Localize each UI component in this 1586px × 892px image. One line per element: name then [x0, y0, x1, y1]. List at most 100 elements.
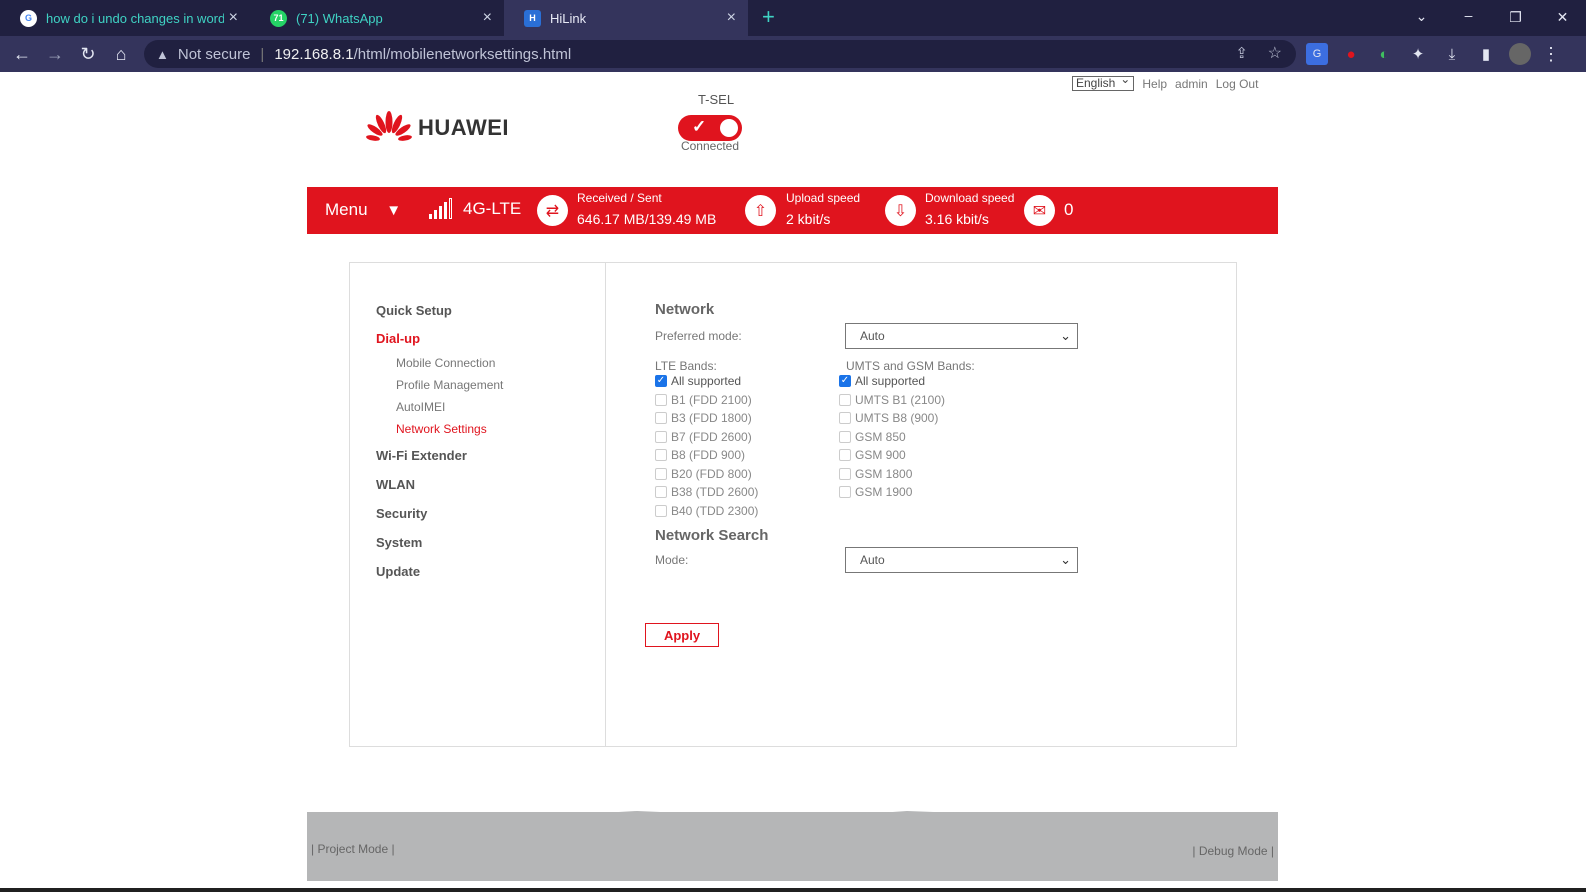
- debug-mode-link[interactable]: | Debug Mode |: [1192, 844, 1274, 858]
- umts-gsm-band-label: GSM 850: [855, 429, 906, 444]
- umts-gsm-band-label: All supported: [855, 374, 926, 388]
- help-link[interactable]: Help: [1142, 77, 1167, 91]
- forward-icon[interactable]: →: [39, 36, 71, 72]
- language-select[interactable]: English: [1072, 73, 1135, 91]
- preferred-mode-select[interactable]: Auto ⌄: [845, 323, 1078, 349]
- menu-button[interactable]: Menu ▼: [325, 200, 401, 220]
- checkbox[interactable]: [655, 412, 667, 424]
- hilink-icon: H: [524, 9, 541, 27]
- transfer-icon: ⇄: [537, 195, 568, 226]
- received-sent-value: 646.17 MB/139.49 MB: [577, 211, 717, 227]
- warning-icon: ▲: [156, 46, 169, 62]
- sidebar-item-quick-setup[interactable]: Quick Setup: [376, 303, 452, 318]
- security-label: Not secure: [177, 45, 251, 63]
- sidebar-subitem-autoimei[interactable]: AutoIMEI: [396, 400, 445, 414]
- lte-band-checkbox-row[interactable]: B1 (FDD 2100): [655, 393, 752, 407]
- checkbox[interactable]: [655, 486, 667, 498]
- umts-gsm-band-checkbox-row[interactable]: GSM 850: [839, 430, 906, 444]
- lte-band-checkbox-row[interactable]: B20 (FDD 800): [655, 467, 752, 481]
- search-mode-select[interactable]: Auto ⌄: [845, 547, 1078, 573]
- upload-speed-value: 2 kbit/s: [786, 211, 831, 227]
- received-sent-label: Received / Sent: [577, 191, 662, 205]
- tab-strip: G how do i undo changes in word a × 71 (…: [0, 0, 1586, 36]
- new-tab-button[interactable]: +: [762, 4, 775, 30]
- checkbox[interactable]: [839, 467, 851, 480]
- checkbox[interactable]: [839, 412, 851, 424]
- close-tab-icon[interactable]: ×: [727, 9, 736, 27]
- tab-whatsapp[interactable]: 71 (71) WhatsApp ×: [250, 0, 504, 36]
- apply-button[interactable]: Apply: [645, 623, 719, 647]
- checkbox[interactable]: [655, 504, 667, 517]
- download-icon[interactable]: ⤓: [1441, 43, 1463, 65]
- message-icon[interactable]: ✉: [1024, 195, 1055, 226]
- sidebar-item-wifi-extender[interactable]: Wi-Fi Extender: [376, 448, 467, 463]
- restore-icon[interactable]: ❐: [1492, 0, 1539, 36]
- reload-icon[interactable]: ↻: [72, 36, 104, 72]
- lte-band-checkbox-row[interactable]: ✓ All supported: [655, 374, 741, 388]
- network-type: 4G-LTE: [463, 199, 522, 218]
- brand-name: HUAWEI: [418, 115, 509, 140]
- checkbox[interactable]: [655, 393, 667, 406]
- extension-green-icon[interactable]: ◐: [1373, 43, 1395, 65]
- umts-gsm-band-checkbox-row[interactable]: UMTS B8 (900): [839, 411, 938, 425]
- whatsapp-icon: 71: [270, 9, 287, 27]
- profile-avatar-icon[interactable]: [1509, 43, 1531, 65]
- share-icon[interactable]: ⇪: [1235, 44, 1248, 62]
- sidebar-item-update[interactable]: Update: [376, 564, 420, 579]
- sidebar-subitem-mobile-connection[interactable]: Mobile Connection: [396, 356, 495, 370]
- checkbox[interactable]: [839, 393, 851, 406]
- connection-toggle[interactable]: ✓: [678, 115, 742, 141]
- tab-hilink[interactable]: H HiLink ×: [504, 0, 748, 36]
- umts-gsm-band-checkbox-row[interactable]: UMTS B1 (2100): [839, 393, 945, 407]
- logout-link[interactable]: Log Out: [1216, 77, 1259, 91]
- checkbox[interactable]: ✓: [839, 375, 851, 387]
- sidebar-subitem-network-settings[interactable]: Network Settings: [396, 422, 487, 436]
- address-bar[interactable]: ▲ Not secure | 192.168.8.1/html/mobilene…: [144, 40, 1296, 68]
- checkbox[interactable]: [655, 430, 667, 443]
- more-menu-icon[interactable]: ⋮: [1540, 43, 1562, 65]
- sidebar-item-system[interactable]: System: [376, 535, 422, 550]
- close-tab-icon[interactable]: ×: [229, 9, 238, 27]
- checkbox[interactable]: ✓: [655, 375, 667, 387]
- lte-band-checkbox-row[interactable]: B40 (TDD 2300): [655, 504, 758, 518]
- checkbox[interactable]: [839, 449, 851, 461]
- close-window-icon[interactable]: ✕: [1539, 0, 1586, 36]
- side-panel-icon[interactable]: ▮: [1475, 43, 1497, 65]
- url-path: /html/mobilenetworksettings.html: [353, 45, 572, 63]
- translate-icon[interactable]: G: [1306, 43, 1328, 65]
- toolbar: ← → ↻ ⌂ ▲ Not secure | 192.168.8.1/html/…: [0, 36, 1586, 72]
- extensions-puzzle-icon[interactable]: ✦: [1407, 43, 1429, 65]
- extension-red-icon[interactable]: ●: [1340, 43, 1362, 65]
- lte-band-label: B3 (FDD 1800): [671, 411, 752, 425]
- minimize-icon[interactable]: –: [1445, 0, 1492, 36]
- lte-band-label: B38 (TDD 2600): [671, 485, 759, 499]
- download-speed-label: Download speed: [925, 191, 1015, 205]
- umts-gsm-band-checkbox-row[interactable]: ✓ All supported: [839, 374, 925, 388]
- checkbox[interactable]: [839, 486, 851, 498]
- lte-bands-label: LTE Bands:: [655, 359, 717, 373]
- lte-band-label: B20 (FDD 800): [671, 466, 752, 481]
- sidebar-item-dial-up[interactable]: Dial-up: [376, 331, 420, 346]
- lte-band-checkbox-row[interactable]: B3 (FDD 1800): [655, 411, 752, 425]
- home-icon[interactable]: ⌂: [105, 36, 137, 72]
- back-icon[interactable]: ←: [6, 36, 38, 72]
- umts-gsm-band-checkbox-row[interactable]: GSM 900: [839, 448, 906, 462]
- sidebar: Quick Setup Dial-up Mobile Connection Pr…: [350, 263, 606, 746]
- umts-gsm-band-checkbox-row[interactable]: GSM 1800: [839, 467, 912, 481]
- checkbox[interactable]: [655, 449, 667, 461]
- project-mode-link[interactable]: | Project Mode |: [311, 842, 395, 856]
- sidebar-subitem-profile-management[interactable]: Profile Management: [396, 378, 503, 392]
- lte-band-checkbox-row[interactable]: B7 (FDD 2600): [655, 430, 752, 444]
- tab-google-search[interactable]: G how do i undo changes in word a ×: [0, 0, 250, 36]
- sidebar-item-security[interactable]: Security: [376, 506, 427, 521]
- lte-band-checkbox-row[interactable]: B38 (TDD 2600): [655, 485, 758, 499]
- bookmark-star-icon[interactable]: ☆: [1268, 43, 1282, 63]
- tab-search-icon[interactable]: ⌄: [1398, 0, 1445, 36]
- upload-speed-label: Upload speed: [786, 191, 861, 205]
- lte-band-checkbox-row[interactable]: B8 (FDD 900): [655, 448, 745, 462]
- checkbox[interactable]: [839, 430, 851, 443]
- umts-gsm-band-checkbox-row[interactable]: GSM 1900: [839, 485, 912, 499]
- sidebar-item-wlan[interactable]: WLAN: [376, 477, 415, 492]
- close-tab-icon[interactable]: ×: [483, 9, 492, 27]
- checkbox[interactable]: [655, 467, 667, 480]
